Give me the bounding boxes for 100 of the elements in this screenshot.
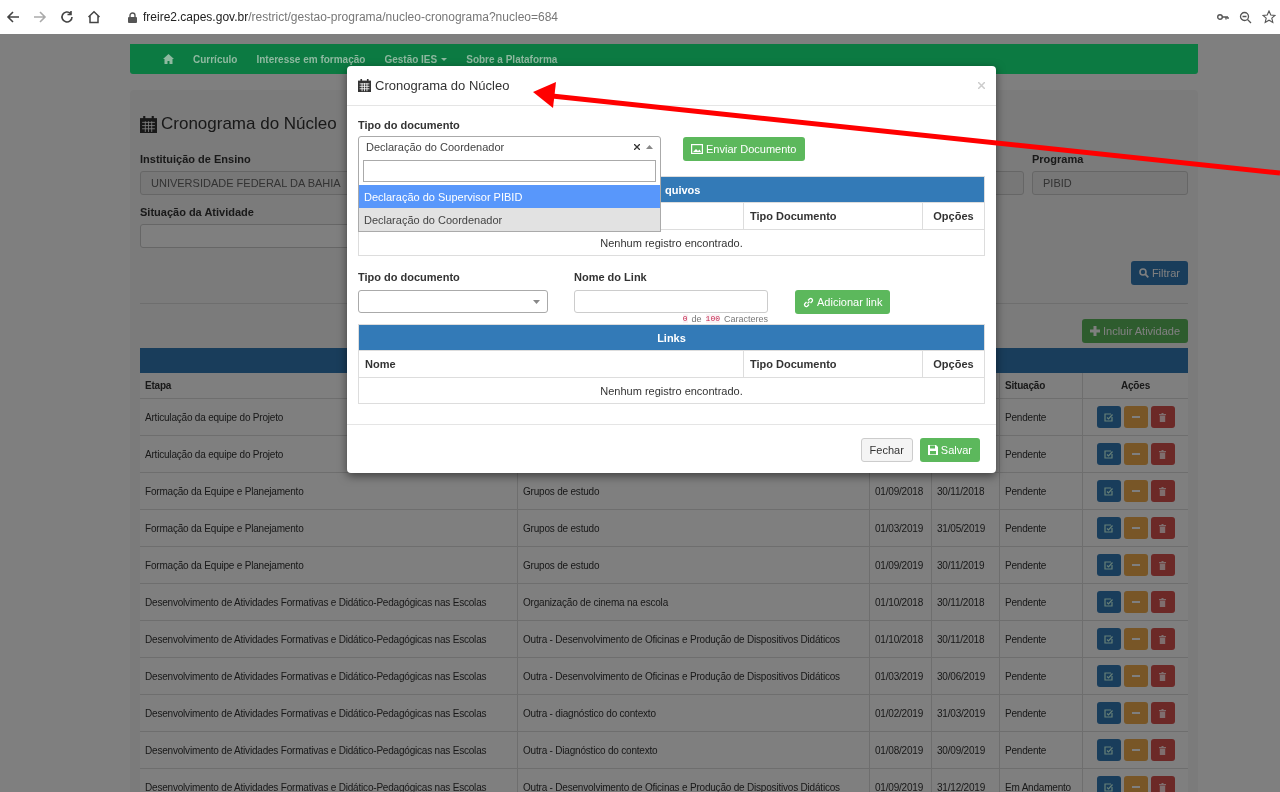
minus-button[interactable] — [1123, 776, 1148, 792]
edit-button[interactable] — [1096, 739, 1121, 761]
trash-icon — [1159, 745, 1166, 755]
filter-button[interactable]: Filtrar — [1130, 261, 1188, 285]
link-type-select[interactable] — [358, 290, 548, 313]
back-icon[interactable] — [6, 10, 20, 24]
edit-button[interactable] — [1096, 702, 1121, 724]
edit-button[interactable] — [1096, 776, 1121, 792]
trash-icon — [1159, 671, 1166, 681]
table-cell: 01/03/2019 — [875, 670, 924, 682]
edit-icon — [1104, 634, 1113, 644]
minus-icon — [1131, 638, 1140, 640]
link-name-field[interactable] — [574, 290, 768, 313]
edit-button[interactable] — [1096, 665, 1121, 687]
reload-icon[interactable] — [60, 10, 74, 24]
plus-icon — [1089, 326, 1100, 336]
table-cell: Outra - Desenvolvimento de Oficinas e Produção de Dispositivos Didáticos — [523, 670, 840, 682]
table-cell: 01/10/2018 — [875, 596, 924, 608]
delete-button[interactable] — [1150, 554, 1175, 576]
delete-button[interactable] — [1150, 406, 1175, 428]
edit-icon — [1104, 486, 1113, 496]
edit-icon — [1104, 671, 1113, 681]
add-link-button[interactable]: Adicionar link — [795, 290, 891, 314]
table-cell: Outra - Diagnóstico do contexto — [523, 744, 658, 756]
dropdown-option[interactable]: Declaração do Coordenador — [359, 208, 660, 231]
delete-button[interactable] — [1150, 591, 1175, 613]
nav-link[interactable]: Gestão IES — [384, 53, 448, 65]
key-icon[interactable] — [1217, 13, 1229, 21]
save-button[interactable]: Salvar — [919, 438, 980, 462]
minus-button[interactable] — [1123, 480, 1148, 502]
home-icon[interactable] — [87, 10, 101, 24]
edit-button[interactable] — [1096, 628, 1121, 650]
table-cell: Organização de cinema na escola — [523, 596, 668, 608]
table-cell: Pendente — [1005, 744, 1047, 756]
delete-button[interactable] — [1150, 739, 1175, 761]
edit-button[interactable] — [1096, 443, 1121, 465]
delete-button[interactable] — [1150, 665, 1175, 687]
edit-button[interactable] — [1096, 517, 1121, 539]
minus-button[interactable] — [1123, 517, 1148, 539]
minus-icon — [1131, 527, 1140, 529]
delete-button[interactable] — [1150, 443, 1175, 465]
column-header: Tipo Documento — [744, 351, 923, 377]
document-type-select[interactable]: Declaração do Coordenador — [358, 136, 661, 158]
delete-button[interactable] — [1150, 517, 1175, 539]
search-field[interactable] — [363, 160, 656, 182]
add-activity-button[interactable]: Incluir Atividade — [1081, 319, 1188, 343]
nav-link[interactable]: Interesse em formação — [256, 53, 366, 65]
minus-button[interactable] — [1123, 665, 1148, 687]
table-cell: Desenvolvimento de Atividades Formativas e Didático-Pedagógicas nas Escolas — [145, 781, 487, 792]
char-limit: 100 — [705, 314, 720, 323]
close-icon[interactable] — [978, 82, 985, 89]
minus-button[interactable] — [1123, 406, 1148, 428]
minus-button[interactable] — [1123, 702, 1148, 724]
edit-button[interactable] — [1096, 554, 1121, 576]
minus-icon — [1131, 490, 1140, 492]
delete-button[interactable] — [1150, 776, 1175, 792]
table-cell: 01/09/2018 — [875, 485, 924, 497]
program-field[interactable]: PIBID — [1032, 171, 1188, 195]
minus-icon — [1131, 712, 1140, 714]
forward-icon[interactable] — [33, 10, 47, 24]
delete-button[interactable] — [1150, 702, 1175, 724]
nav-link[interactable]: Currículo — [193, 53, 238, 65]
star-icon[interactable] — [1262, 10, 1276, 24]
edit-button[interactable] — [1096, 406, 1121, 428]
table-cell: Pendente — [1005, 485, 1047, 497]
nav-link[interactable]: Sobre a Plataforma — [466, 53, 558, 65]
minus-icon — [1131, 601, 1140, 603]
edit-icon — [1104, 708, 1113, 718]
minus-button[interactable] — [1123, 739, 1148, 761]
edit-icon — [1104, 745, 1113, 755]
table-cell: Desenvolvimento de Atividades Formativas e Didático-Pedagógicas nas Escolas — [145, 596, 487, 608]
clear-icon[interactable] — [634, 144, 640, 150]
close-button[interactable]: Fechar — [860, 438, 913, 462]
table-cell: 30/11/2018 — [937, 633, 985, 645]
trash-icon — [1159, 708, 1166, 718]
delete-button[interactable] — [1150, 628, 1175, 650]
table-cell: 01/02/2019 — [875, 707, 924, 719]
delete-button[interactable] — [1150, 480, 1175, 502]
minus-button[interactable] — [1123, 591, 1148, 613]
edit-button[interactable] — [1096, 591, 1121, 613]
edit-button[interactable] — [1096, 480, 1121, 502]
table-cell: Pendente — [1005, 522, 1047, 534]
table-cell: Em Andamento — [1005, 781, 1071, 792]
calendar-icon — [140, 115, 157, 133]
table-cell: 01/09/2019 — [875, 559, 924, 571]
dropdown-option[interactable]: Declaração do Supervisor PIBID — [359, 185, 660, 208]
minus-button[interactable] — [1123, 628, 1148, 650]
trash-icon — [1159, 634, 1166, 644]
edit-icon — [1104, 449, 1113, 459]
caret-icon — [533, 299, 540, 304]
field-label: Situação da Atividade — [140, 205, 255, 219]
table-cell: 31/12/2019 — [937, 781, 986, 792]
minus-button[interactable] — [1123, 554, 1148, 576]
address-bar[interactable]: freire2.capes.gov.br/restrict/gestao-programa/nucleo-cronograma?nucleo=684 — [143, 10, 558, 24]
table-cell: Articulação da equipe do Projeto — [145, 448, 284, 460]
trash-icon — [1159, 597, 1166, 607]
table-cell: 01/03/2019 — [875, 522, 924, 534]
minus-button[interactable] — [1123, 443, 1148, 465]
zoom-icon[interactable] — [1239, 10, 1252, 24]
send-document-button[interactable]: Enviar Documento — [683, 137, 805, 161]
